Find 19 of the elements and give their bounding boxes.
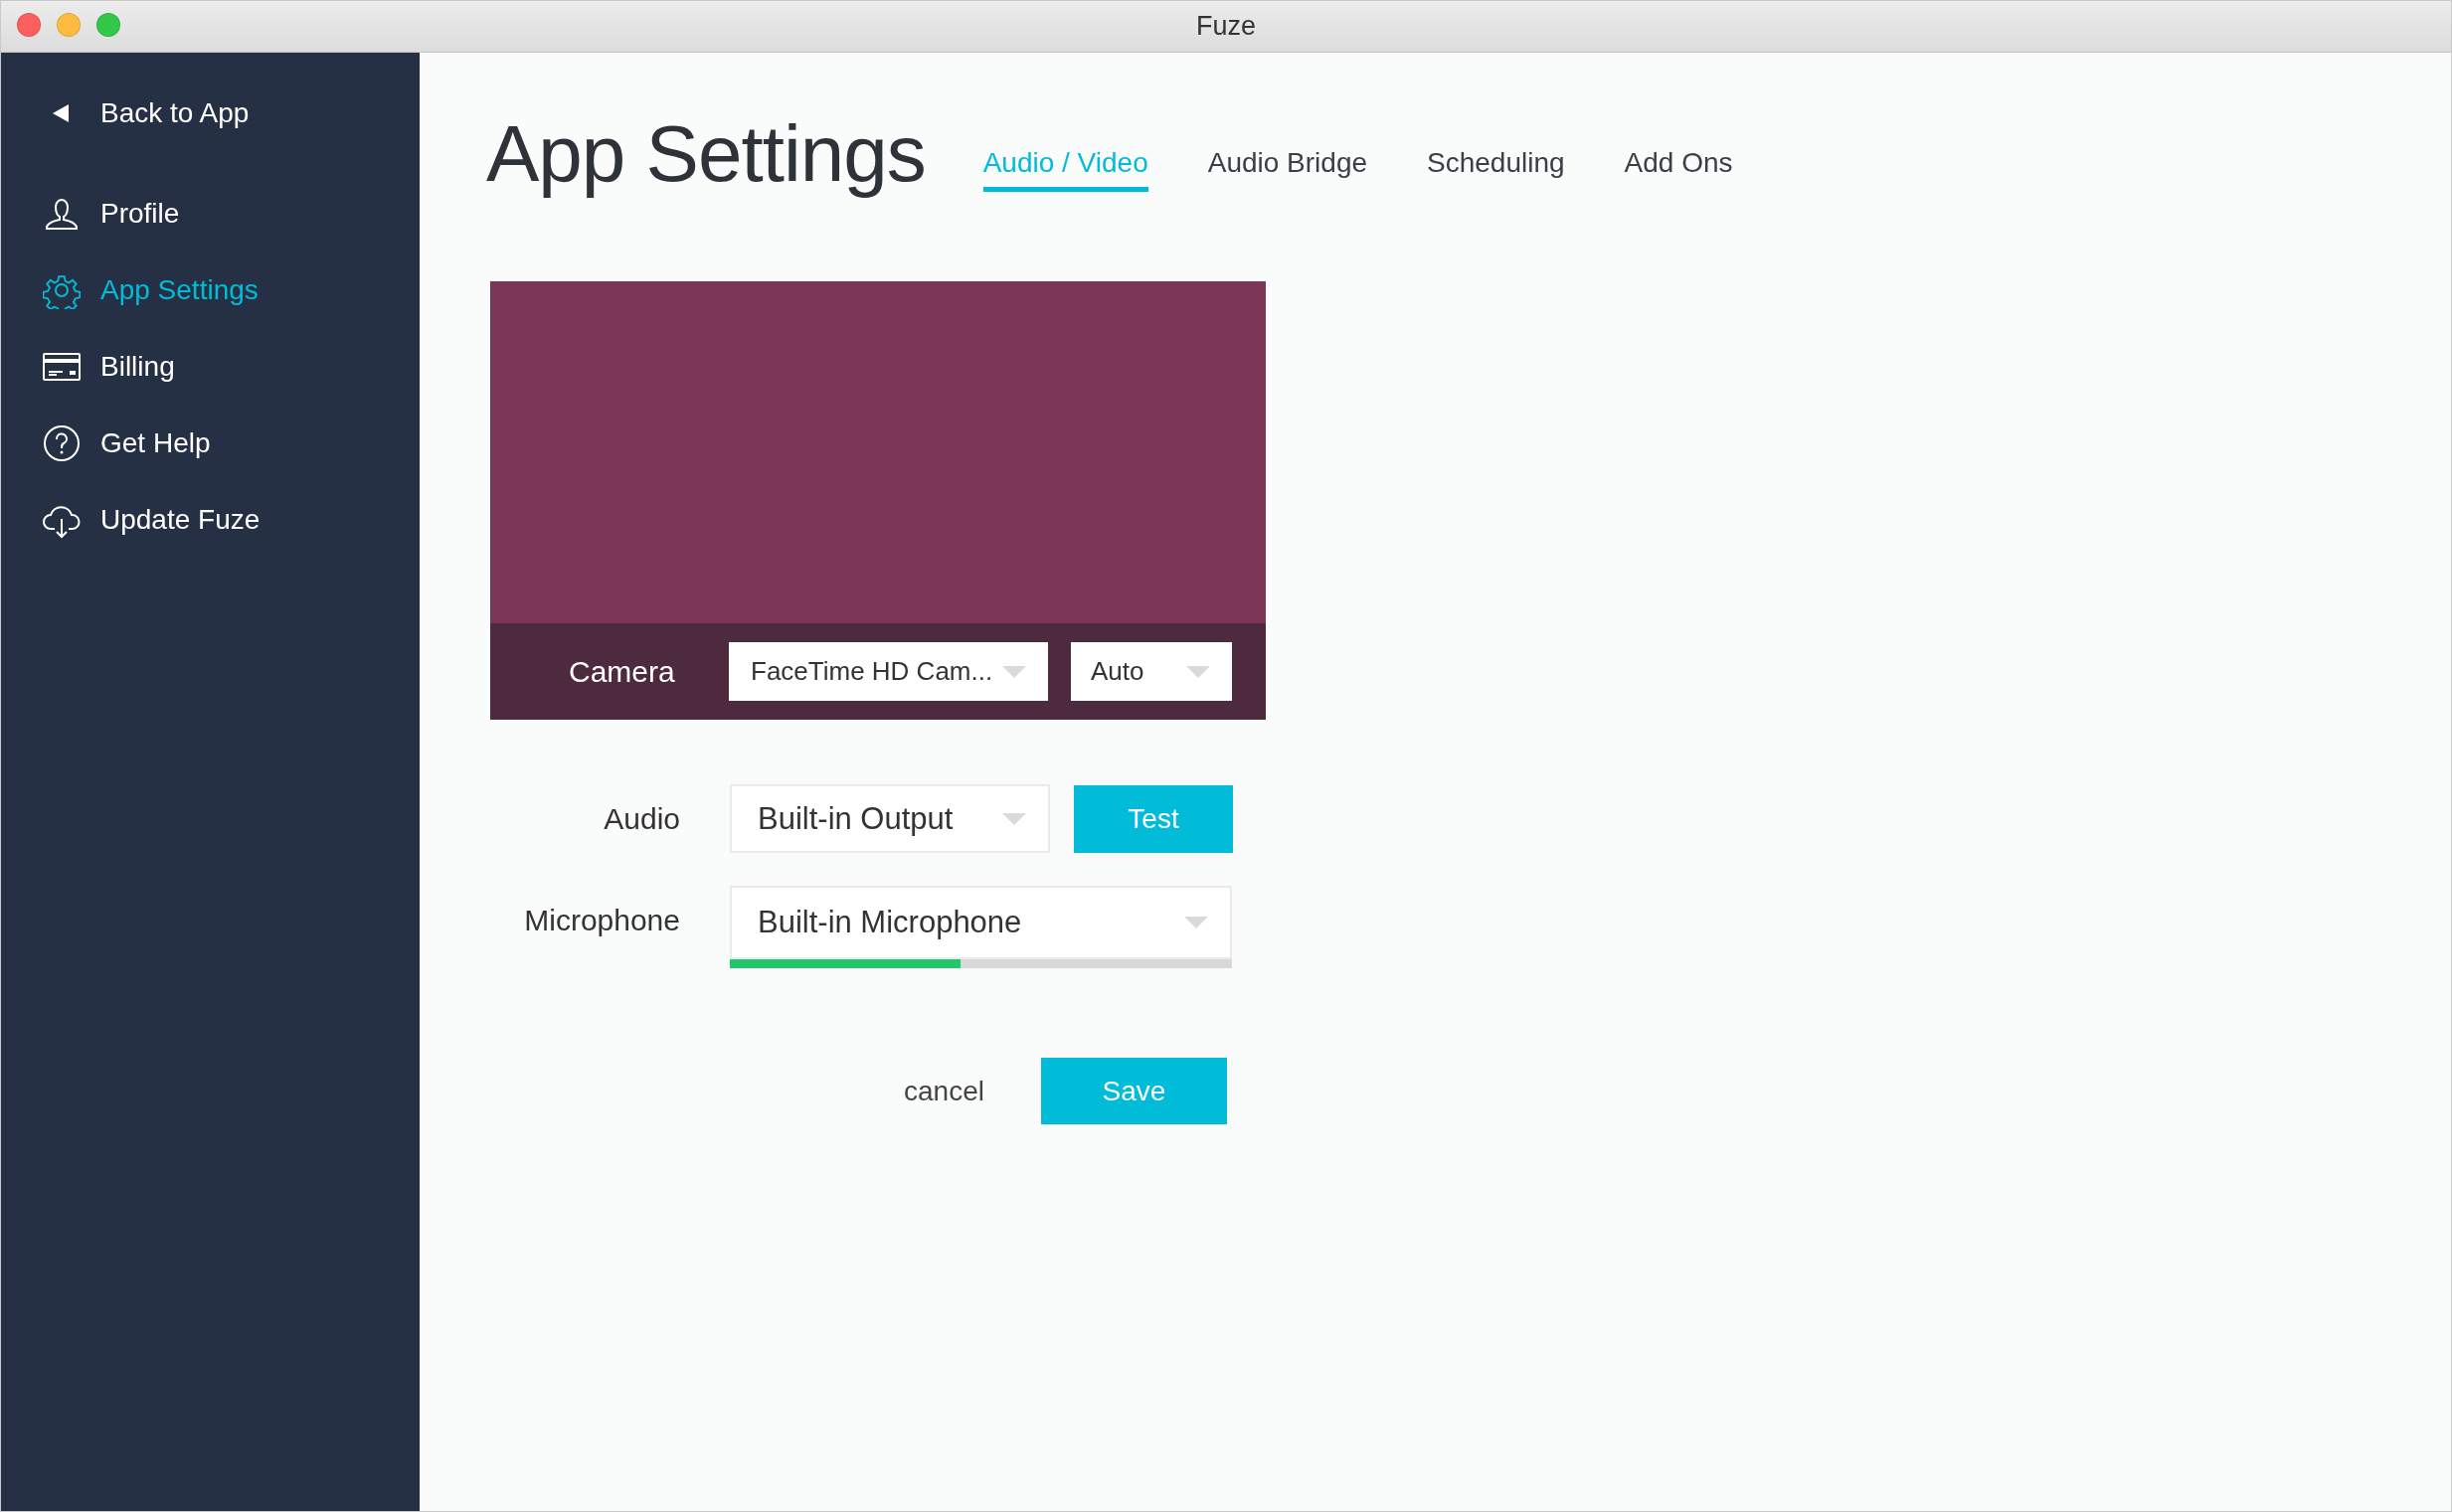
camera-label: Camera bbox=[568, 654, 676, 689]
tab[interactable]: Audio Bridge bbox=[1207, 147, 1368, 192]
page-title: App Settings bbox=[486, 108, 926, 200]
sidebar-item[interactable]: Get Help bbox=[1, 405, 420, 481]
resolution-dropdown[interactable]: Auto bbox=[1071, 642, 1232, 701]
sidebar-item[interactable]: App Settings bbox=[1, 252, 420, 328]
audio-label: Audio bbox=[603, 801, 681, 836]
audio-dropdown[interactable]: Built-in Output bbox=[730, 784, 1050, 853]
sidebar-item[interactable]: Billing bbox=[1, 328, 420, 405]
sidebar-item[interactable]: Update Fuze bbox=[1, 481, 420, 558]
tab[interactable]: Scheduling bbox=[1427, 147, 1565, 192]
window-title: Fuze bbox=[1196, 11, 1256, 42]
back-link[interactable]: Back to App bbox=[1, 88, 420, 138]
tab[interactable]: Add Ons bbox=[1624, 147, 1733, 192]
sidebar-item[interactable]: Profile bbox=[1, 175, 420, 252]
microphone-label: Microphone bbox=[523, 904, 681, 937]
cancel-link[interactable]: cancel bbox=[904, 1075, 984, 1107]
microphone-dropdown[interactable]: Built-in Microphone bbox=[730, 886, 1232, 959]
camera-dropdown[interactable]: FaceTime HD Cam... bbox=[729, 642, 1048, 701]
